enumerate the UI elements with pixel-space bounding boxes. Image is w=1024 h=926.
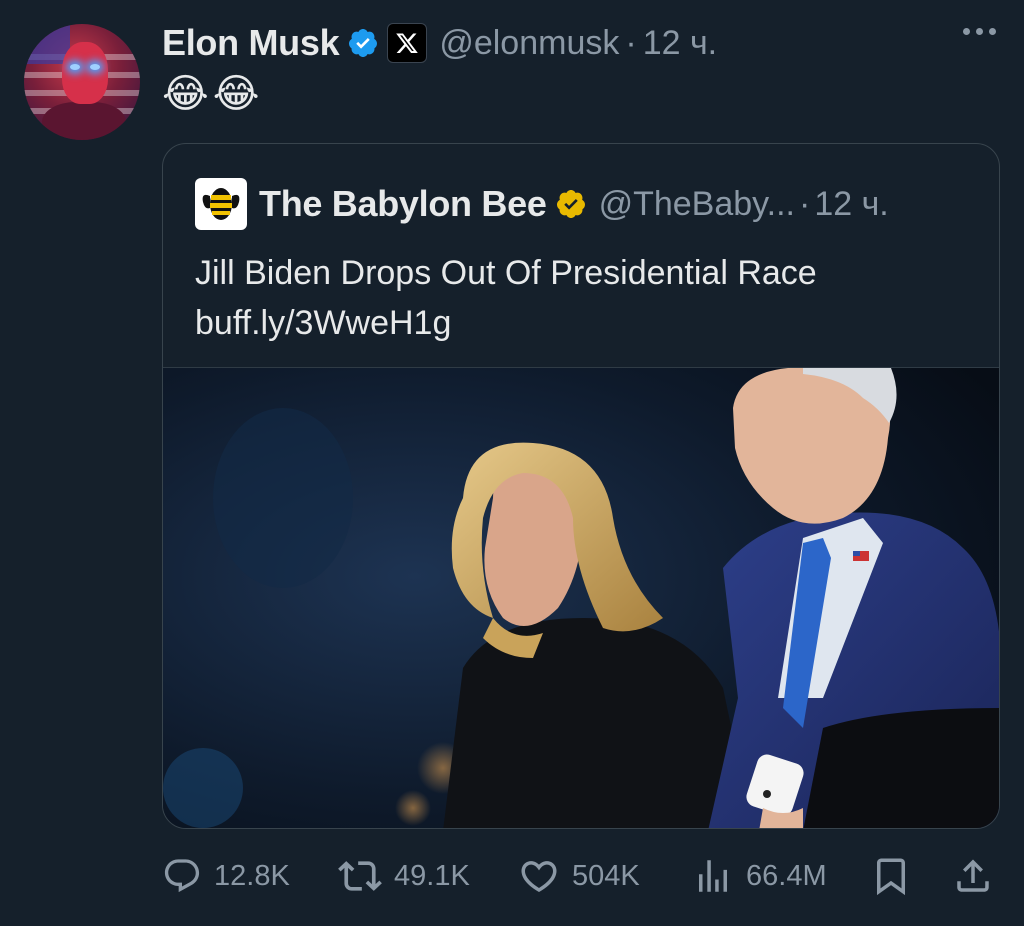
author-avatar[interactable]: [24, 24, 140, 140]
action-bar: 12.8K 49.1K 504K 66.4M: [162, 848, 1002, 904]
author-name[interactable]: Elon Musk: [162, 22, 340, 64]
bookmark-button[interactable]: [870, 848, 912, 904]
analytics-icon: [699, 860, 727, 892]
like-count: 504K: [572, 859, 640, 892]
photo-image: [163, 368, 999, 828]
quoted-author-handle[interactable]: @TheBaby...: [599, 185, 795, 224]
view-count: 66.4M: [746, 859, 827, 892]
repost-count: 49.1K: [394, 859, 470, 892]
quoted-tweet-text: Jill Biden Drops Out Of Presidential Rac…: [195, 248, 975, 348]
quoted-headline: Jill Biden Drops Out Of Presidential Rac…: [195, 254, 817, 292]
heart-icon: [521, 861, 557, 893]
tweet-header: Elon Musk @elonmusk · 12 ч.: [162, 20, 717, 66]
babylon-bee-avatar[interactable]: [195, 178, 247, 230]
quoted-timestamp[interactable]: 12 ч.: [814, 185, 888, 224]
tweet-text: 😂😂: [162, 72, 264, 116]
x-logo-icon: [396, 33, 419, 53]
like-button[interactable]: 504K: [518, 848, 640, 904]
x-affiliation-badge[interactable]: [387, 23, 428, 63]
author-handle[interactable]: @elonmusk: [439, 24, 619, 63]
quoted-tweet-photo[interactable]: [163, 367, 999, 828]
views-button[interactable]: 66.4M: [692, 848, 827, 904]
dot-icon: [963, 28, 970, 35]
dot-icon: [989, 28, 996, 35]
quoted-author-name[interactable]: The Babylon Bee: [259, 183, 547, 225]
quoted-tweet-header: The Babylon Bee @TheBaby... · 12 ч.: [195, 178, 889, 230]
repost-button[interactable]: 49.1K: [338, 848, 470, 904]
reply-button[interactable]: 12.8K: [162, 848, 290, 904]
quoted-tweet-card[interactable]: The Babylon Bee @TheBaby... · 12 ч. Jill…: [162, 143, 1000, 829]
share-icon: [957, 859, 989, 892]
separator-dot: ·: [798, 184, 811, 223]
separator-dot: ·: [625, 23, 637, 62]
reply-icon: [164, 859, 200, 893]
reply-count: 12.8K: [214, 859, 290, 892]
gold-verified-badge-icon[interactable]: [555, 188, 587, 220]
more-options-button[interactable]: [963, 28, 996, 35]
quoted-link[interactable]: buff.ly/3WweH1g: [195, 298, 975, 348]
tweet-timestamp[interactable]: 12 ч.: [643, 24, 717, 63]
tweet[interactable]: Elon Musk @elonmusk · 12 ч. 😂😂 The Babyl…: [0, 0, 1024, 926]
share-button[interactable]: [952, 848, 994, 904]
verified-badge-icon[interactable]: [347, 27, 379, 59]
repost-icon: [338, 861, 382, 891]
bee-logo-icon: [202, 188, 240, 220]
bookmark-icon: [877, 858, 905, 896]
dot-icon: [976, 28, 983, 35]
